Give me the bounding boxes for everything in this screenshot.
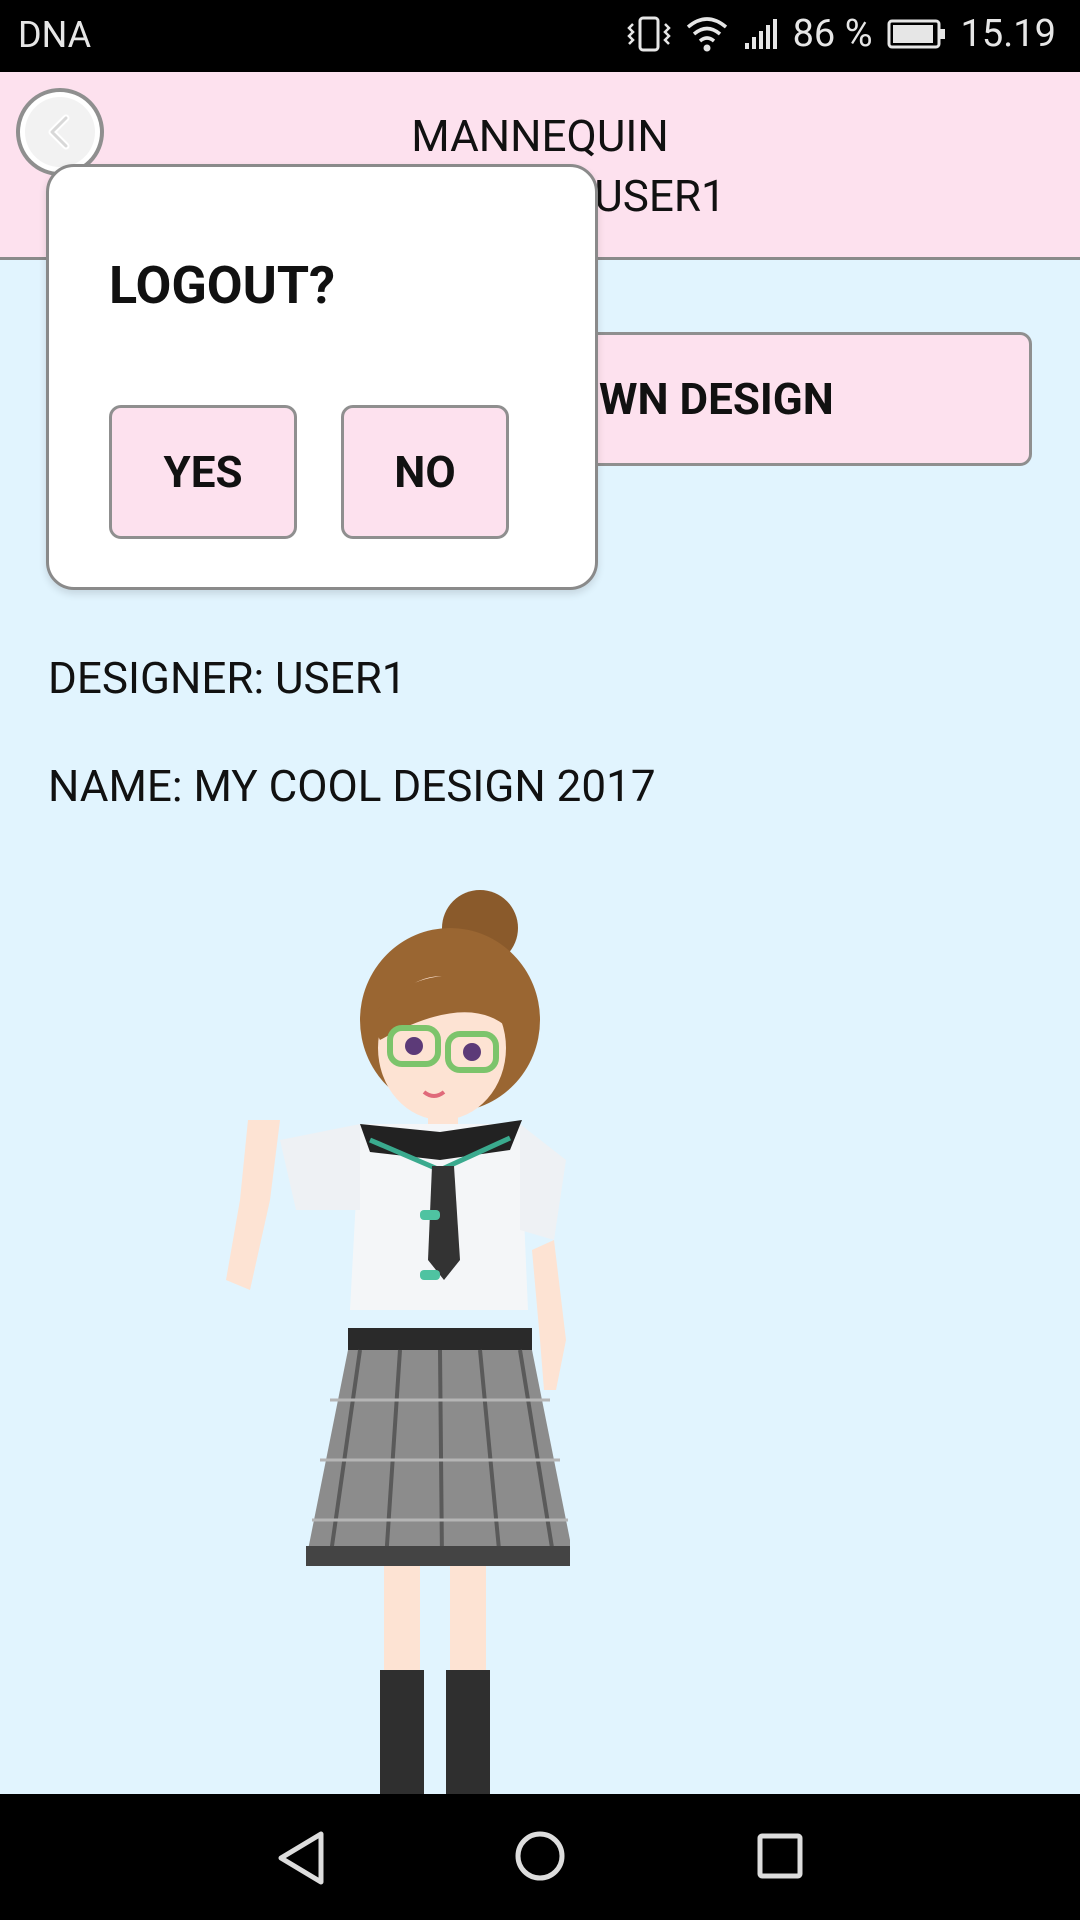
battery-percent: 86 % (792, 12, 873, 56)
home-circle-icon[interactable] (514, 1830, 566, 1882)
no-button[interactable]: NO (341, 405, 509, 539)
wifi-icon (685, 15, 729, 53)
own-design-button[interactable]: WN DESIGN (584, 332, 1032, 466)
carrier-name: DNA (18, 14, 92, 56)
no-button-label: NO (394, 446, 456, 498)
vibrate-icon (626, 14, 671, 54)
status-bar: DNA 86 % 15.19 (0, 0, 1080, 72)
title-line-1: MANNEQUIN (411, 110, 669, 162)
designer-label: DESIGNER: USER1 (48, 652, 407, 704)
own-design-button-label: WN DESIGN (599, 373, 834, 425)
system-nav-bar (0, 1794, 1080, 1920)
mannequin-image (226, 890, 570, 1794)
yes-button[interactable]: YES (109, 405, 297, 539)
battery-icon (887, 18, 947, 50)
back-button[interactable] (16, 88, 104, 176)
chevron-left-icon (48, 114, 70, 150)
back-triangle-icon[interactable] (275, 1830, 327, 1886)
yes-button-label: YES (163, 446, 243, 498)
status-icons: 86 % 15.19 (626, 12, 1056, 56)
clock: 15.19 (960, 12, 1056, 56)
recents-square-icon[interactable] (756, 1832, 804, 1880)
design-name-label: NAME: MY COOL DESIGN 2017 (48, 760, 656, 812)
back-button-face (25, 97, 95, 167)
dialog-title: LOGOUT? (109, 255, 336, 316)
signal-icon (743, 17, 779, 51)
logout-dialog: LOGOUT? YES NO (46, 164, 598, 590)
